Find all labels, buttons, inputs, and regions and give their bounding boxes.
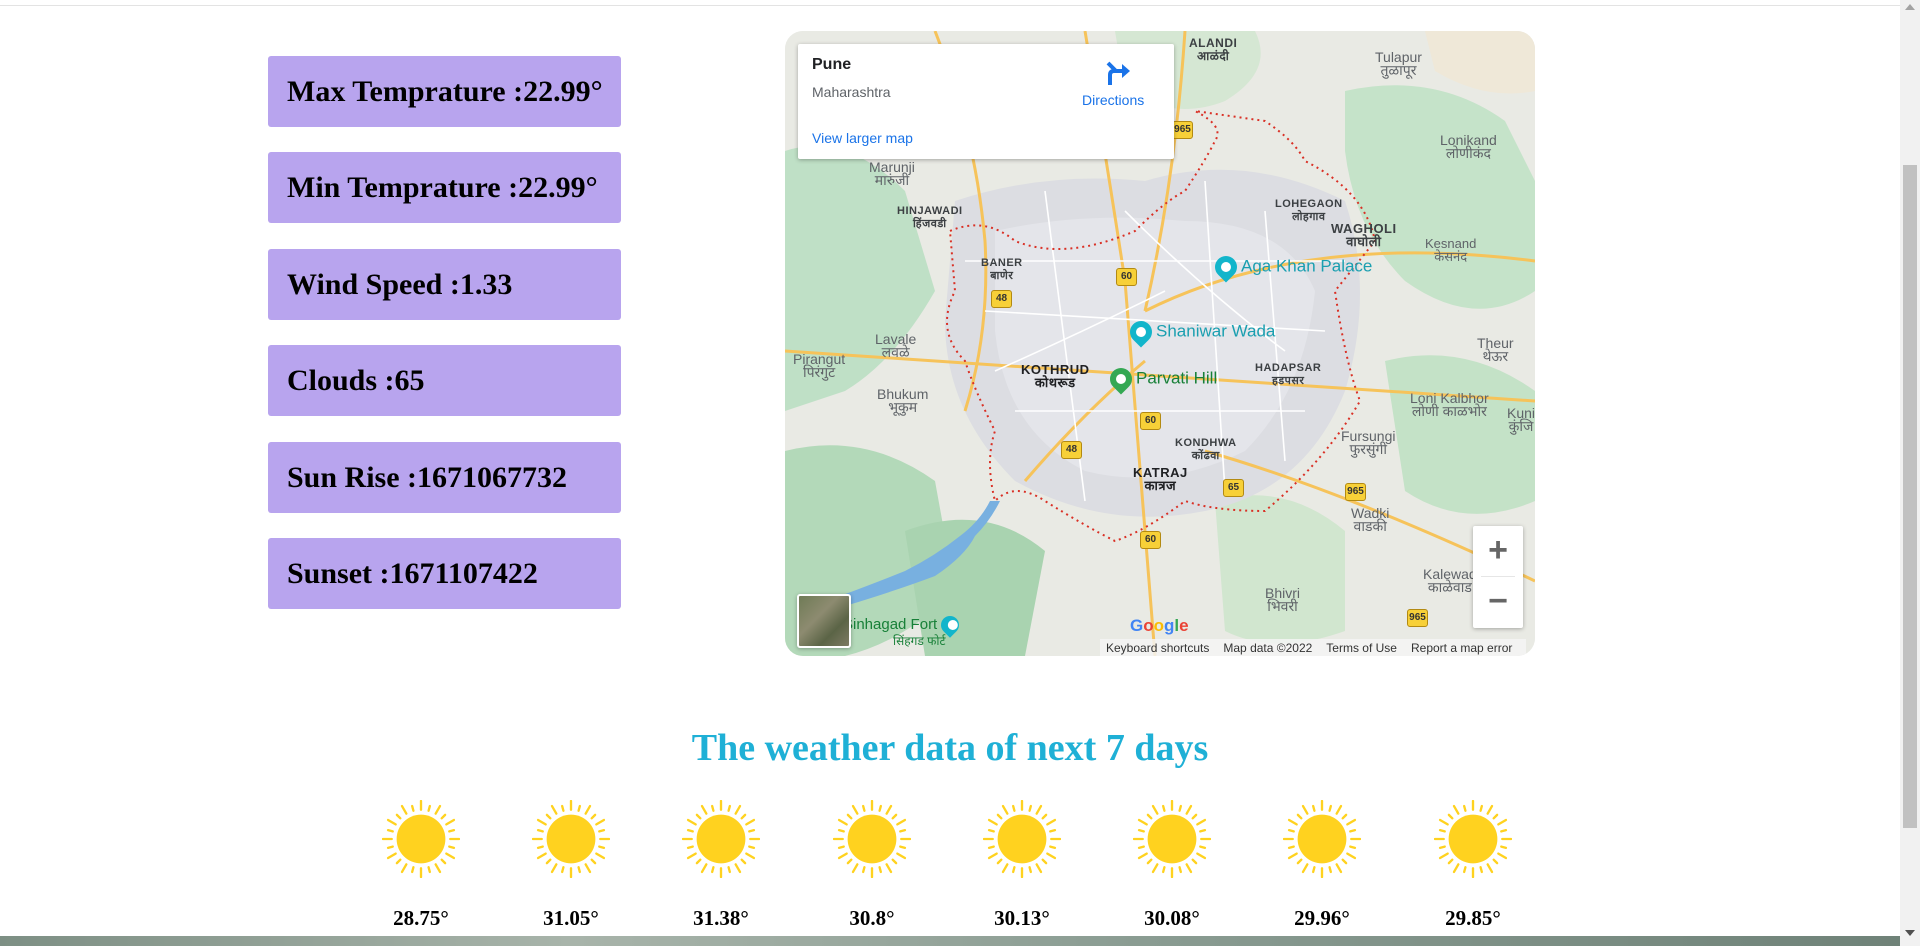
sun-icon xyxy=(532,800,610,878)
landmark-pin-icon xyxy=(1125,316,1157,348)
place-label[interactable]: Marunji मारुंजी xyxy=(869,160,915,187)
map-data-text: Map data ©2022 xyxy=(1223,640,1313,655)
place-label[interactable]: KONDHWA कोंढवा xyxy=(1175,437,1237,463)
sunset-card: Sunset :1671107422 xyxy=(268,538,621,609)
road-shield: 965 xyxy=(1172,121,1193,139)
place-label[interactable]: ALANDI आळंदी xyxy=(1189,37,1237,63)
place-label[interactable]: KATRAJ कात्रज xyxy=(1133,466,1188,492)
poi-parvati-hill[interactable]: Parvati Hill xyxy=(1105,363,1217,395)
forecast-day: 29.96° xyxy=(1282,800,1362,930)
place-label[interactable]: Tulapur तुळापूर xyxy=(1375,50,1422,77)
sun-icon xyxy=(382,800,460,878)
forecast-temperature: 28.75° xyxy=(393,906,449,930)
report-map-error-link[interactable]: Report a map error xyxy=(1411,641,1512,655)
clouds-text: Clouds :65 xyxy=(287,363,425,397)
max-temperature-text: Max Temprature :22.99° xyxy=(287,74,603,108)
place-label[interactable]: Kuni कुंजि xyxy=(1507,406,1535,433)
sun-rise-text: Sun Rise :1671067732 xyxy=(287,460,568,494)
zoom-out-button[interactable]: − xyxy=(1473,577,1523,627)
road-shield: 60 xyxy=(1116,268,1137,286)
google-logo: Google xyxy=(1130,616,1189,635)
forecast-day: 31.38° xyxy=(681,800,761,930)
directions-link[interactable]: Directions xyxy=(1082,92,1144,108)
sun-icon xyxy=(983,800,1061,878)
forecast-temperature: 31.05° xyxy=(543,906,599,930)
park-pin-icon xyxy=(1105,363,1137,395)
museum-pin-icon xyxy=(1210,251,1242,283)
place-label[interactable]: Lonikand लोणीकंद xyxy=(1440,133,1497,160)
terms-of-use-link[interactable]: Terms of Use xyxy=(1326,641,1397,655)
wind-speed-text: Wind Speed :1.33 xyxy=(287,267,513,301)
sun-rise-card: Sun Rise :1671067732 xyxy=(268,442,621,513)
road-shield: 60 xyxy=(1140,412,1161,430)
poi-sinhagad-fort[interactable]: Sinhagad Fort xyxy=(843,612,964,638)
place-region: Maharashtra xyxy=(812,84,891,100)
place-label[interactable]: Lavale लवळे xyxy=(875,332,916,359)
road-shield: 60 xyxy=(1140,531,1161,549)
keyboard-shortcuts-link[interactable]: Keyboard shortcuts xyxy=(1106,641,1209,655)
sun-icon xyxy=(1434,800,1512,878)
place-label[interactable]: Fursungi फुरसुंगी xyxy=(1341,429,1395,456)
forecast-temperature: 29.96° xyxy=(1294,906,1350,930)
wind-speed-card: Wind Speed :1.33 xyxy=(268,249,621,320)
directions-icon[interactable] xyxy=(1104,59,1132,87)
place-label[interactable]: Pirangut पिरंगुट xyxy=(793,352,845,379)
place-label[interactable]: KOTHRUD कोथरूड xyxy=(1021,363,1090,389)
bottom-background-strip xyxy=(0,936,1900,946)
vertical-scrollbar[interactable] xyxy=(1900,0,1920,946)
map-footer: Keyboard shortcuts Map data ©2022 Terms … xyxy=(1100,639,1527,656)
forecast-day: 30.8° xyxy=(832,800,912,930)
min-temperature-text: Min Temprature :22.99° xyxy=(287,170,598,204)
road-shield: 965 xyxy=(1345,483,1366,501)
place-label[interactable]: Wadki वाडकी xyxy=(1351,506,1389,533)
road-shield: 65 xyxy=(1223,479,1244,497)
clouds-card: Clouds :65 xyxy=(268,345,621,416)
forecast-heading: The weather data of next 7 days xyxy=(691,727,1209,769)
poi-aga-khan-palace[interactable]: Aga Khan Palace xyxy=(1210,251,1372,283)
satellite-toggle[interactable] xyxy=(797,594,851,648)
forecast-day: 29.85° xyxy=(1433,800,1513,930)
sunset-text: Sunset :1671107422 xyxy=(287,556,538,590)
place-label[interactable]: BANER बाणेर xyxy=(981,257,1023,283)
zoom-controls: + − xyxy=(1473,526,1523,628)
place-label[interactable]: Loni Kalbhor लोणी काळभोर xyxy=(1410,391,1489,418)
map-embed[interactable]: 965 60 48 60 60 48 65 965 965 ALANDI आळंद… xyxy=(785,31,1535,656)
top-border xyxy=(0,0,1900,6)
max-temperature-card: Max Temprature :22.99° xyxy=(268,56,621,127)
place-label[interactable]: HINJAWADI हिंजवडी xyxy=(897,205,963,231)
forecast-temperature: 30.8° xyxy=(849,906,895,930)
forecast-day: 30.13° xyxy=(982,800,1062,930)
poi-shaniwar-wada[interactable]: Shaniwar Wada xyxy=(1125,316,1275,348)
scroll-up-arrow-icon[interactable] xyxy=(1905,4,1915,10)
sun-icon xyxy=(833,800,911,878)
forecast-temperature: 30.13° xyxy=(994,906,1050,930)
forecast-day: 31.05° xyxy=(531,800,611,930)
poi-sinhagad-fort-mr: सिंहगड फोर्ट xyxy=(893,634,946,648)
zoom-in-button[interactable]: + xyxy=(1473,526,1523,576)
sun-icon xyxy=(682,800,760,878)
scroll-down-arrow-icon[interactable] xyxy=(1905,930,1915,936)
road-shield: 48 xyxy=(991,290,1012,308)
sun-icon xyxy=(1283,800,1361,878)
min-temperature-card: Min Temprature :22.99° xyxy=(268,152,621,223)
place-label[interactable]: Kesnand केसनंद xyxy=(1425,237,1476,263)
place-label[interactable]: Theur थेऊर xyxy=(1477,336,1514,363)
forecast-day: 30.08° xyxy=(1132,800,1212,930)
scrollbar-thumb[interactable] xyxy=(1903,165,1917,828)
place-info-card: Pune Maharashtra View larger map Directi… xyxy=(798,44,1174,159)
forecast-temperature: 31.38° xyxy=(693,906,749,930)
place-label[interactable]: HADAPSAR हडपसर xyxy=(1255,362,1321,388)
sun-icon xyxy=(1133,800,1211,878)
road-shield: 965 xyxy=(1407,609,1428,627)
road-shield: 48 xyxy=(1061,441,1082,459)
place-label[interactable]: WAGHOLI वाघोली xyxy=(1331,222,1397,248)
place-label[interactable]: Kalewad काळेवाड xyxy=(1423,567,1477,594)
place-label[interactable]: Bhukum भूकुम xyxy=(877,387,928,414)
forecast-temperature: 30.08° xyxy=(1144,906,1200,930)
place-label[interactable]: Bhivri भिवरी xyxy=(1265,586,1300,613)
forecast-temperature: 29.85° xyxy=(1445,906,1501,930)
forecast-day: 28.75° xyxy=(381,800,461,930)
view-larger-map-link[interactable]: View larger map xyxy=(812,130,913,146)
place-name: Pune xyxy=(812,56,852,73)
